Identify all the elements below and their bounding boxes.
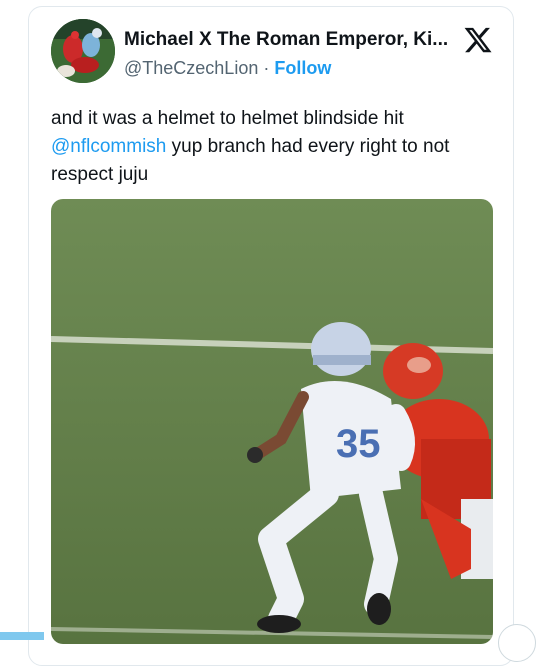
svg-text:35: 35: [336, 422, 381, 466]
separator-dot: ·: [258, 58, 275, 78]
tweet-card[interactable]: Michael X The Roman Emperor, Ki... @TheC…: [28, 6, 514, 666]
edge-element: [0, 632, 44, 640]
avatar[interactable]: [51, 19, 115, 83]
mention-link[interactable]: @nflcommish: [51, 136, 166, 157]
video-frame[interactable]: 35: [51, 199, 493, 644]
follow-button[interactable]: Follow: [274, 58, 331, 78]
avatar-image: [51, 19, 115, 83]
x-logo-icon[interactable]: [463, 25, 493, 55]
video-frame-image: 35: [51, 199, 493, 644]
tweet-text: and it was a helmet to helmet blindside …: [51, 105, 501, 189]
edge-circle-button[interactable]: [498, 624, 536, 662]
tweet-text-part1: and it was a helmet to helmet blindside …: [51, 108, 404, 129]
handle-row: @TheCzechLion · Follow: [124, 58, 331, 79]
author-handle[interactable]: @TheCzechLion: [124, 58, 258, 78]
author-name[interactable]: Michael X The Roman Emperor, Ki...: [124, 29, 448, 51]
